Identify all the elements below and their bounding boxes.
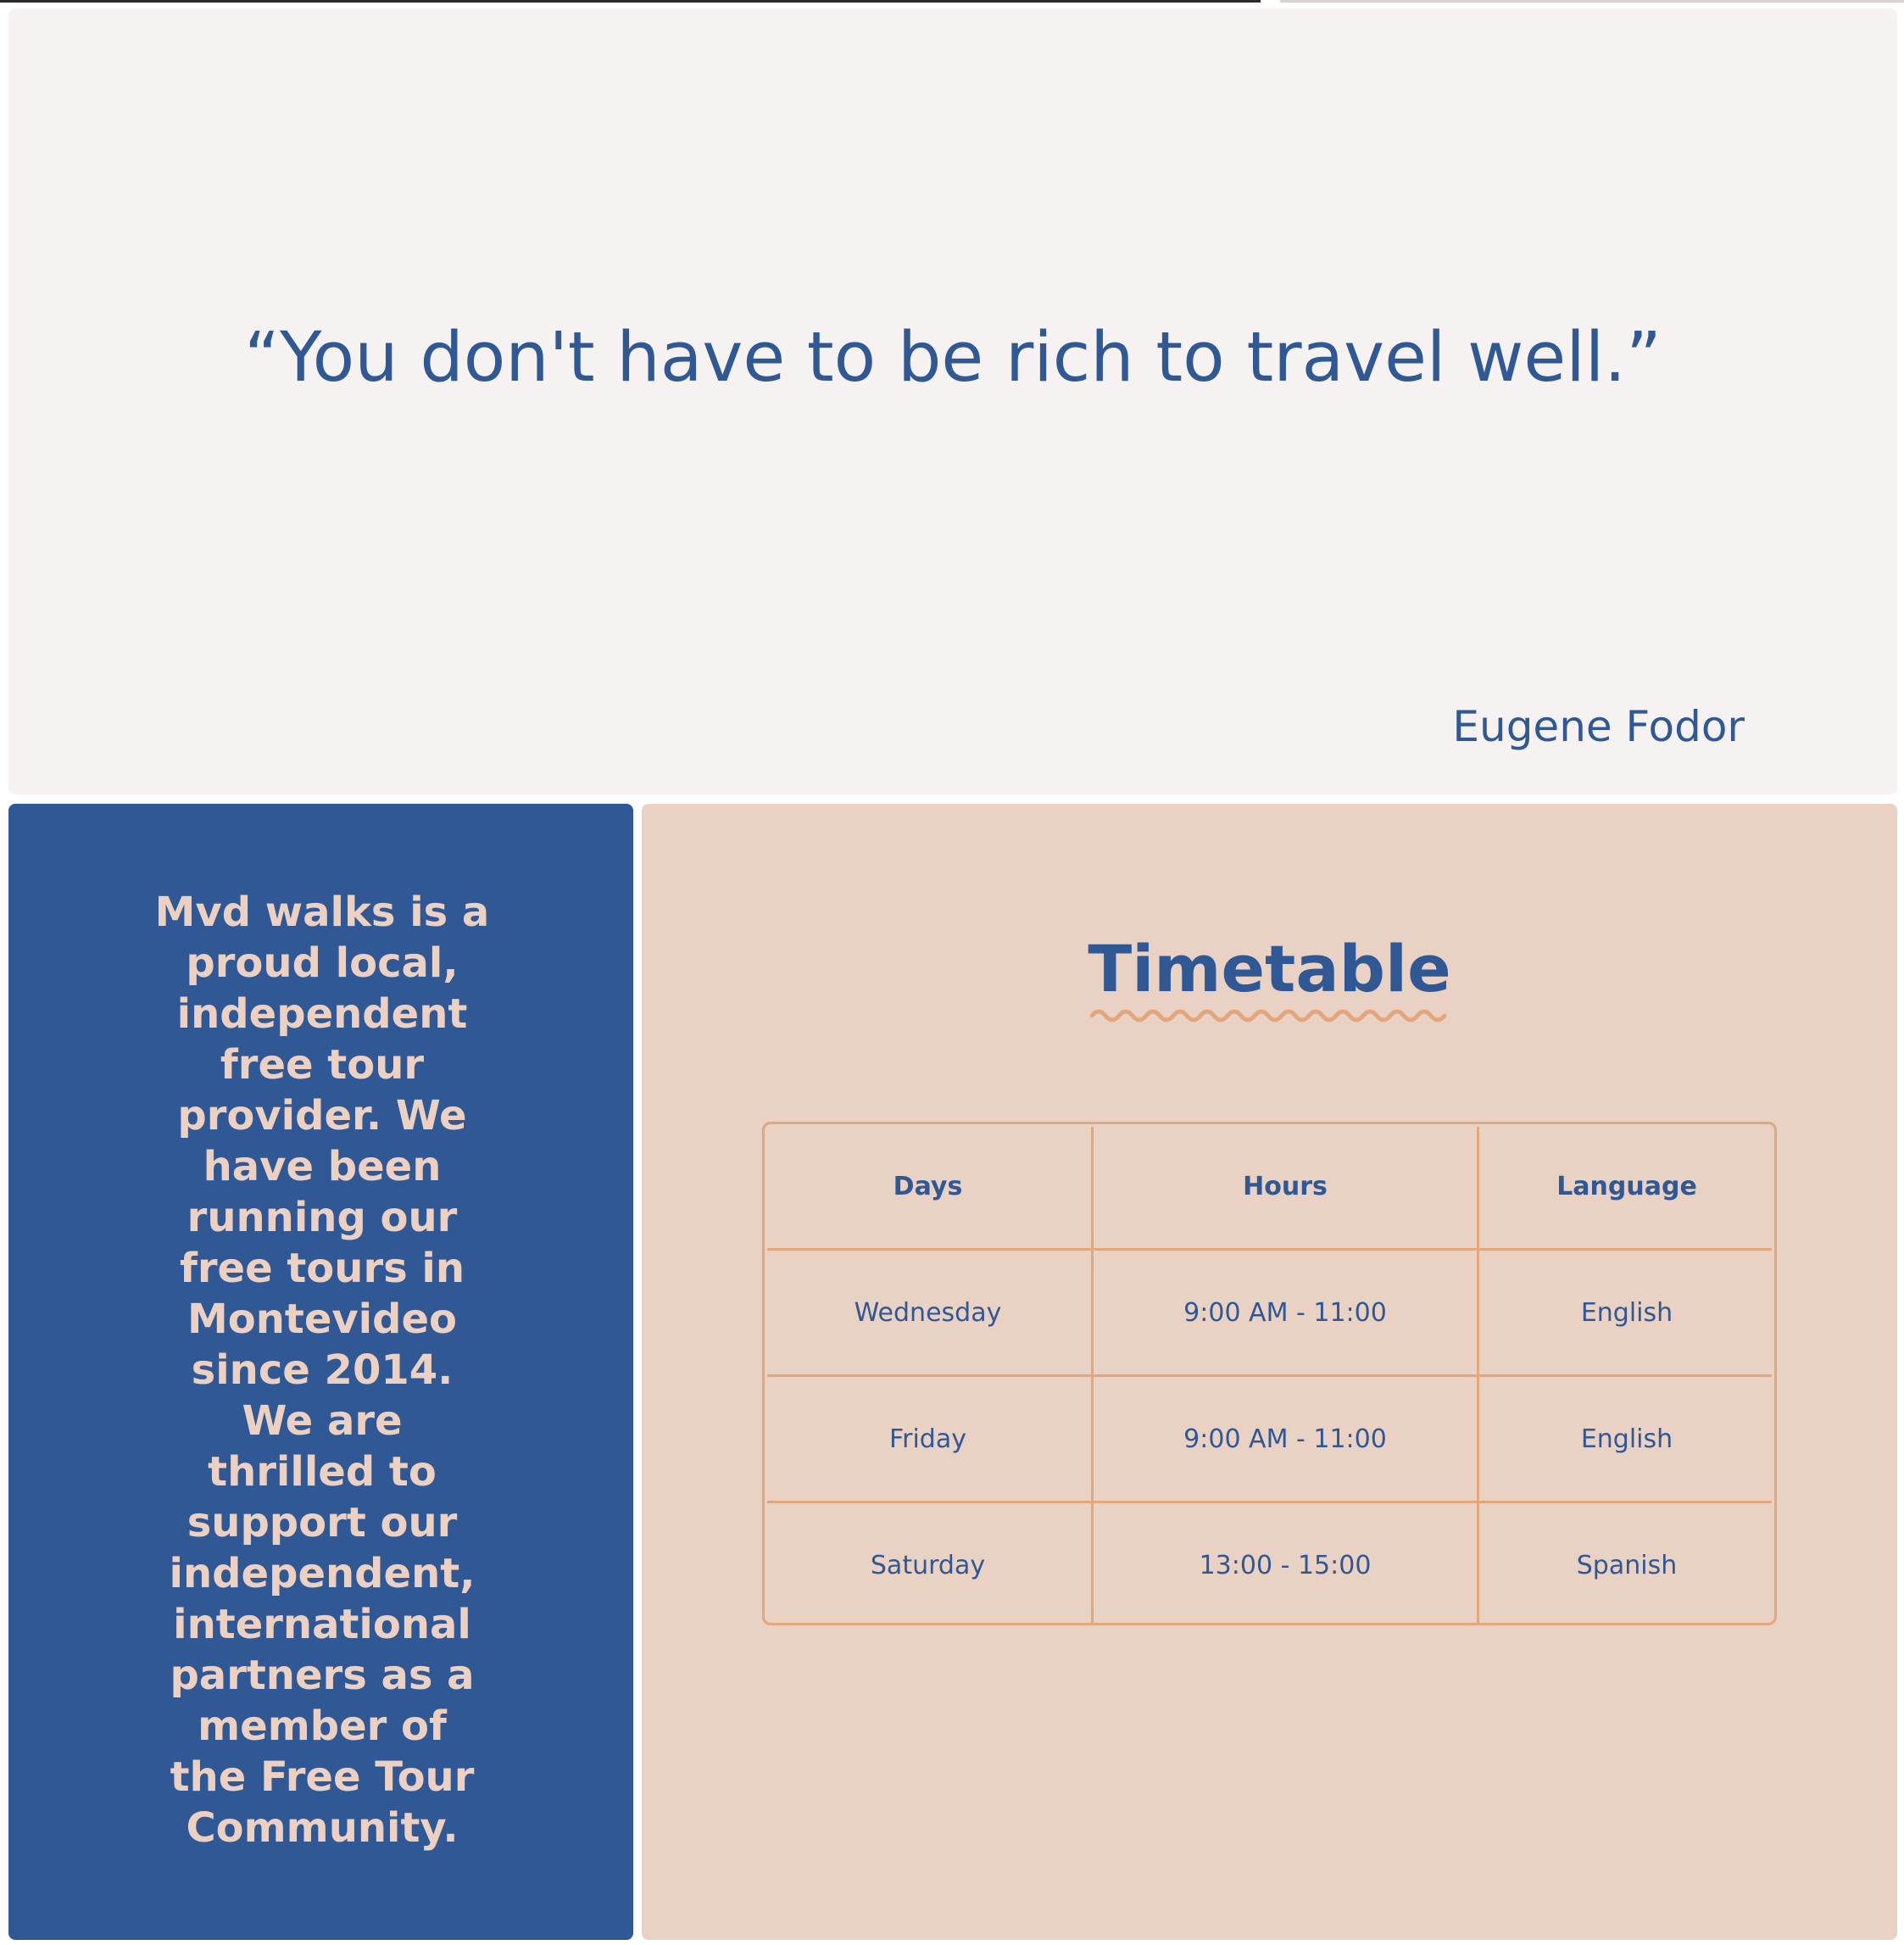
cell-day: Wednesday: [854, 1297, 1002, 1328]
quote-author: Eugene Fodor: [1452, 702, 1745, 751]
cell-day: Friday: [889, 1424, 966, 1454]
quote-section: “You don't have to be rich to travel wel…: [8, 8, 1897, 794]
timetable-section: Timetable Days Hours Language Wednesday …: [642, 804, 1897, 1940]
image-strip-left: [0, 0, 1261, 3]
timetable-title: Timetable: [1088, 931, 1451, 1006]
page: “You don't have to be rich to travel wel…: [0, 0, 1904, 1945]
cell-hours: 13:00 - 15:00: [1199, 1550, 1372, 1580]
cell-language: Spanish: [1576, 1550, 1678, 1580]
about-text: Mvd walks is a proud local, independent …: [154, 889, 490, 1852]
image-strip-right: [1280, 0, 1904, 3]
table-row: Friday 9:00 AM - 11:00 English: [765, 1377, 1774, 1501]
quote-text: “You don't have to be rich to travel wel…: [244, 318, 1662, 398]
table-row: Wednesday 9:00 AM - 11:00 English: [765, 1251, 1774, 1374]
header-days: Days: [893, 1171, 963, 1201]
top-image-strip: [0, 0, 1904, 5]
cell-language: English: [1580, 1297, 1673, 1328]
table-header-row: Days Hours Language: [765, 1124, 1774, 1248]
cell-hours: 9:00 AM - 11:00: [1183, 1297, 1387, 1328]
table-row: Saturday 13:00 - 15:00 Spanish: [765, 1503, 1774, 1623]
timetable-table: Days Hours Language Wednesday 9:00 AM - …: [762, 1122, 1777, 1625]
header-hours: Hours: [1243, 1171, 1328, 1201]
cell-hours: 9:00 AM - 11:00: [1183, 1424, 1387, 1454]
cell-day: Saturday: [870, 1550, 986, 1580]
header-language: Language: [1556, 1171, 1697, 1201]
cell-language: English: [1580, 1424, 1673, 1454]
wavy-underline-icon: [1090, 1009, 1447, 1023]
about-section: Mvd walks is a proud local, independent …: [8, 804, 633, 1940]
